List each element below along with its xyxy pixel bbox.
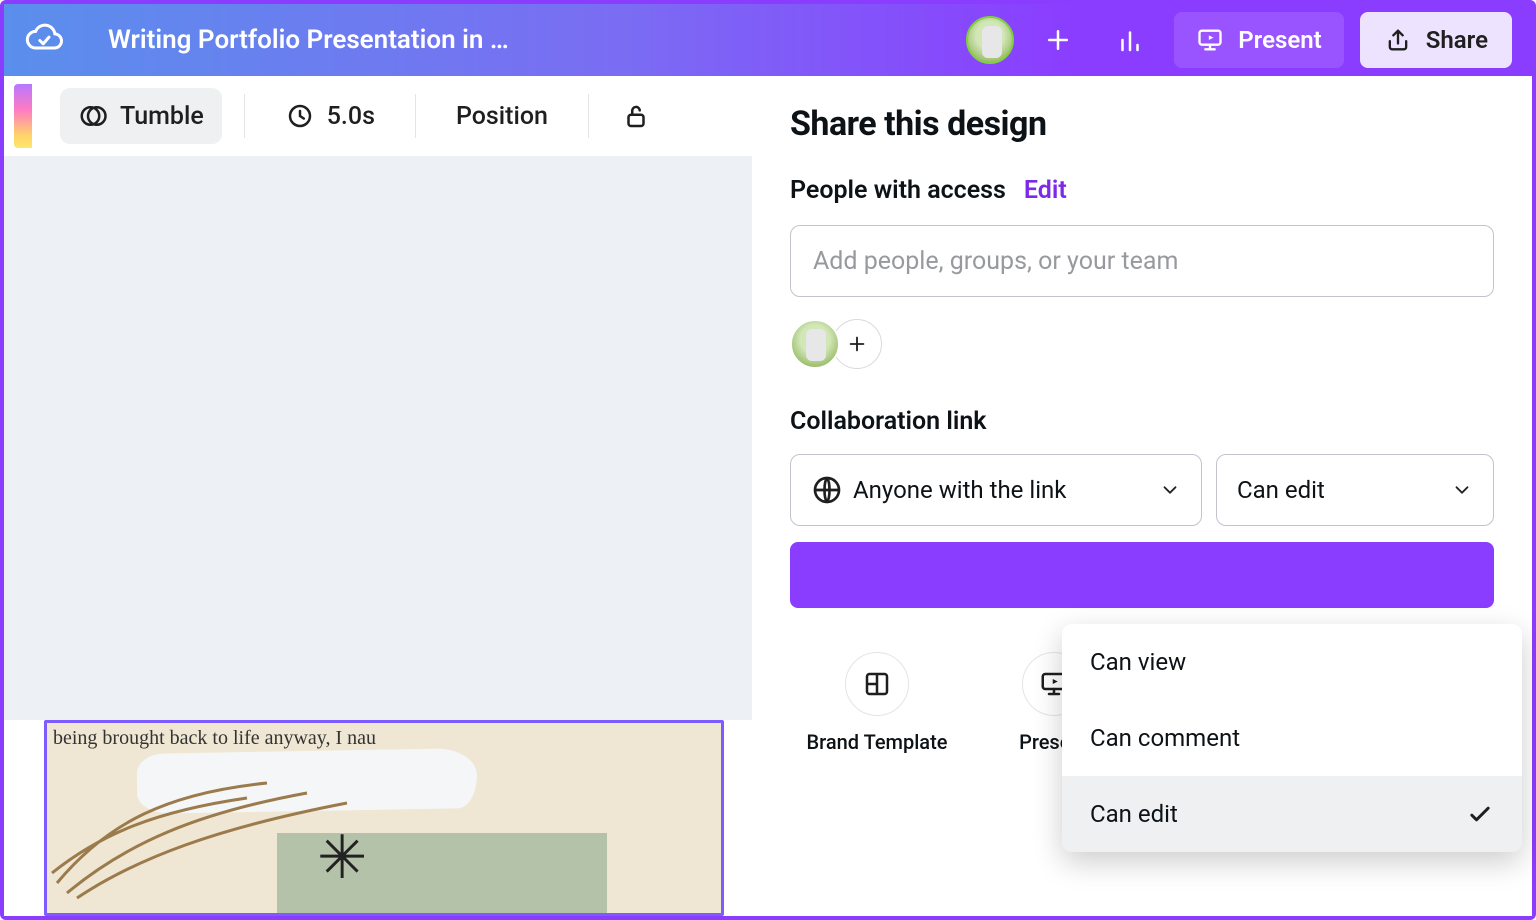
present-button[interactable]: Present — [1174, 12, 1343, 68]
permission-option-view[interactable]: Can view — [1062, 624, 1522, 700]
user-avatar[interactable] — [966, 16, 1014, 64]
chevron-down-icon — [1159, 479, 1181, 501]
duration-label: 5.0s — [327, 102, 375, 131]
top-bar: Writing Portfolio Presentation in Pastel… — [4, 4, 1532, 76]
position-label: Position — [456, 102, 548, 131]
template-icon — [862, 669, 892, 699]
globe-icon — [811, 474, 843, 506]
divider — [244, 94, 245, 138]
present-label: Present — [1238, 26, 1321, 54]
option-label: Can view — [1090, 648, 1186, 676]
share-label: Share — [1426, 26, 1488, 54]
permission-option-comment[interactable]: Can comment — [1062, 700, 1522, 776]
access-avatar-list — [790, 319, 1494, 369]
check-icon — [1466, 800, 1494, 828]
divider — [415, 94, 416, 138]
permission-dropdown[interactable]: Can edit — [1216, 454, 1494, 526]
edit-access-link[interactable]: Edit — [1024, 176, 1067, 205]
slide-text-snippet: being brought back to life anyway, I nau — [53, 727, 376, 750]
people-access-label: People with access — [790, 176, 1006, 205]
cloud-saved-icon — [24, 18, 64, 62]
divider — [588, 94, 589, 138]
analytics-button[interactable] — [1102, 12, 1158, 68]
add-user-button[interactable] — [1030, 12, 1086, 68]
color-swatch[interactable] — [14, 84, 32, 148]
link-scope-dropdown[interactable]: Anyone with the link — [790, 454, 1202, 526]
option-label: Can comment — [1090, 724, 1240, 752]
permission-option-edit[interactable]: Can edit — [1062, 776, 1522, 852]
share-button[interactable]: Share — [1360, 12, 1512, 68]
duration-button[interactable]: 5.0s — [267, 88, 393, 144]
brand-template-tile[interactable]: Brand Template — [792, 652, 962, 754]
link-scope-label: Anyone with the link — [853, 476, 1066, 504]
tile-label: Brand Template — [807, 730, 948, 754]
lock-button[interactable] — [611, 88, 661, 144]
share-panel-title: Share this design — [790, 104, 1494, 144]
permission-menu: Can view Can comment Can edit — [1062, 624, 1522, 852]
document-title[interactable]: Writing Portfolio Presentation in Pastel… — [108, 25, 521, 55]
member-avatar[interactable] — [790, 319, 840, 369]
position-button[interactable]: Position — [438, 88, 566, 144]
permission-label: Can edit — [1237, 476, 1325, 504]
share-panel: Share this design People with access Edi… — [752, 76, 1532, 916]
transition-label: Tumble — [120, 102, 204, 131]
collab-link-label: Collaboration link — [790, 407, 1494, 436]
option-label: Can edit — [1090, 800, 1178, 828]
slide-thumbnail[interactable]: being brought back to life anyway, I nau… — [44, 720, 724, 916]
transition-button[interactable]: Tumble — [60, 88, 222, 144]
copy-link-button[interactable] — [790, 542, 1494, 608]
asterisk-graphic: ✳ — [317, 823, 367, 893]
chevron-down-icon — [1451, 479, 1473, 501]
add-people-input[interactable] — [790, 225, 1494, 297]
